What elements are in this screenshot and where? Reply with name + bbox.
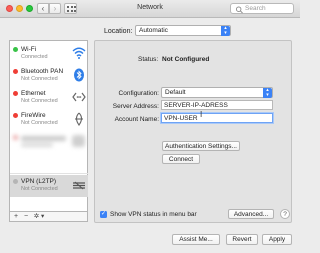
status-dot <box>13 135 18 140</box>
apply-button[interactable]: Apply <box>262 234 292 245</box>
revert-button[interactable]: Revert <box>226 234 258 245</box>
wifi-icon <box>72 47 86 59</box>
text-cursor-icon: I <box>200 110 203 119</box>
help-button[interactable]: ? <box>280 209 290 219</box>
service-item-bluetooth-pan[interactable]: Bluetooth PAN Not Connected <box>10 65 88 87</box>
action-menu-button[interactable]: ✲ ▾ <box>32 212 46 221</box>
service-name: FireWire <box>21 112 46 119</box>
status-dot <box>13 47 18 52</box>
search-placeholder: Search <box>245 5 266 12</box>
service-name: Ethernet <box>21 90 46 97</box>
location-value: Automatic <box>139 27 168 34</box>
account-name-field[interactable]: VPN-USER <box>161 113 273 123</box>
service-item-blurred[interactable] <box>10 131 88 153</box>
service-item-ethernet[interactable]: Ethernet Not Connected <box>10 87 88 109</box>
status-dot <box>13 91 18 96</box>
server-address-field[interactable]: SERVER-IP-ADRESS <box>161 100 273 110</box>
bluetooth-icon <box>74 68 84 82</box>
blurred-text-icon <box>21 143 53 147</box>
service-status: Connected <box>21 54 48 60</box>
divider <box>10 173 88 174</box>
advanced-button[interactable]: Advanced... <box>228 209 274 219</box>
configuration-value: Default <box>165 89 186 96</box>
service-name: Bluetooth PAN <box>21 68 64 75</box>
show-vpn-status-checkbox[interactable]: ✓ <box>100 211 107 218</box>
service-item-vpn-l2tp[interactable]: VPN (L2TP) Not Connected <box>10 175 88 197</box>
location-label: Location: <box>104 28 133 35</box>
blurred-glyph-icon <box>72 135 85 147</box>
service-detail-panel <box>94 40 292 223</box>
remove-service-button[interactable]: − <box>22 212 30 221</box>
configuration-select[interactable]: Default ▴ ▾ <box>161 87 273 98</box>
service-item-firewire[interactable]: FireWire Not Connected <box>10 109 88 131</box>
service-status: Not Connected <box>21 76 58 82</box>
show-vpn-status-label: Show VPN status in menu bar <box>110 211 197 218</box>
service-name: Wi-Fi <box>21 46 37 53</box>
account-name-label: Account Name: <box>114 116 159 123</box>
add-service-button[interactable]: + <box>12 212 20 221</box>
vpn-icon <box>73 181 85 190</box>
chevron-updown-icon: ▴ ▾ <box>221 26 230 36</box>
configuration-label: Configuration: <box>118 90 159 97</box>
search-icon <box>236 6 243 13</box>
service-name: VPN (L2TP) <box>21 178 57 185</box>
service-status: Not Connected <box>21 186 58 192</box>
ethernet-icon <box>72 92 86 102</box>
status-dot <box>13 113 18 118</box>
status-label: Status: <box>138 56 159 63</box>
connect-button[interactable]: Connect <box>162 154 200 164</box>
service-list: Wi-Fi Connected Bluetooth PAN Not Connec… <box>9 40 88 212</box>
authentication-settings-button[interactable]: Authentication Settings... <box>162 141 240 151</box>
assist-me-button[interactable]: Assist Me... <box>172 234 220 245</box>
blurred-text-icon <box>21 136 66 141</box>
status-dot <box>13 179 18 184</box>
chevron-updown-icon: ▴ ▾ <box>263 88 272 98</box>
search-input[interactable]: Search <box>230 3 294 14</box>
firewire-icon <box>75 112 83 126</box>
service-status: Not Connected <box>21 120 58 126</box>
status-value: Not Configured <box>162 56 210 63</box>
server-address-label: Server Address: <box>112 103 159 110</box>
status-dot <box>13 69 18 74</box>
location-select[interactable]: Automatic ▴ ▾ <box>135 25 231 36</box>
service-item-wifi[interactable]: Wi-Fi Connected <box>10 43 88 65</box>
service-status: Not Connected <box>21 98 58 104</box>
service-list-toolbar: + − ✲ ▾ <box>9 212 88 222</box>
